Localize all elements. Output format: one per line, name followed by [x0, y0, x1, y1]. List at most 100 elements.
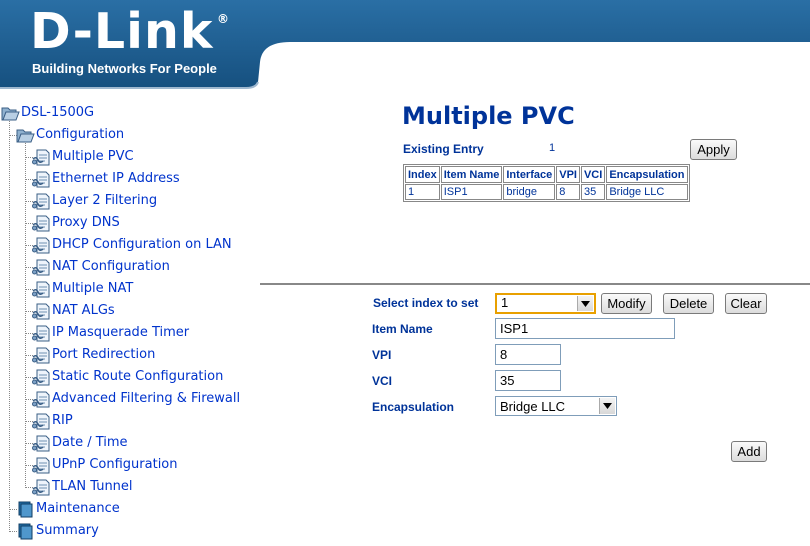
- apply-button[interactable]: Apply: [690, 139, 737, 160]
- tree-item[interactable]: Advanced Filtering & Firewall: [32, 388, 240, 410]
- tree-item[interactable]: RIP: [32, 410, 73, 432]
- folder-closed-icon: [18, 501, 33, 518]
- table-header-cell: Index: [405, 166, 440, 183]
- delete-button[interactable]: Delete: [663, 293, 714, 314]
- tree-item-label: NAT Configuration: [52, 259, 170, 274]
- table-header-cell: VCI: [580, 166, 606, 183]
- tree-item[interactable]: Layer 2 Filtering: [32, 190, 157, 212]
- page-icon: [32, 149, 50, 165]
- tree-item[interactable]: IP Masquerade Timer: [32, 322, 189, 344]
- item-name-label: Item Name: [372, 322, 433, 336]
- tree-item[interactable]: Ethernet IP Address: [32, 168, 180, 190]
- tree-folder-label: Summary: [36, 523, 99, 538]
- registered-mark: ®: [217, 12, 229, 26]
- table-header-cell: VPI: [556, 166, 580, 183]
- tree-item[interactable]: Static Route Configuration: [32, 366, 223, 388]
- vpi-input[interactable]: [495, 344, 561, 365]
- tree-item-label: DHCP Configuration on LAN: [52, 237, 232, 252]
- existing-entry-count: 1: [549, 142, 556, 154]
- tree-item-label: Port Redirection: [52, 347, 156, 362]
- tree-item[interactable]: UPnP Configuration: [32, 454, 178, 476]
- encapsulation-label: Encapsulation: [372, 400, 455, 414]
- tree-folder-maintenance[interactable]: Maintenance: [16, 498, 120, 520]
- table-header-row: Index Item Name Interface VPI VCI Encapsulati…: [405, 166, 688, 183]
- vci-input[interactable]: [495, 370, 561, 391]
- section-divider: [260, 283, 810, 285]
- tree-item[interactable]: Proxy DNS: [32, 212, 120, 234]
- page-icon: [32, 325, 50, 341]
- existing-entry-label: Existing Entry: [403, 142, 484, 156]
- table-header-cell: Item Name: [440, 166, 503, 183]
- tree-folder-label: Maintenance: [36, 501, 120, 516]
- tree-item-label: Multiple PVC: [52, 149, 134, 164]
- tree-folder-configuration[interactable]: Configuration: [16, 124, 124, 146]
- chevron-down-icon[interactable]: [577, 296, 593, 311]
- table-cell: 8: [556, 184, 580, 200]
- tree-item[interactable]: DHCP Configuration on LAN: [32, 234, 232, 256]
- table-header-cell: Interface: [503, 166, 556, 183]
- select-index-value: 1: [501, 295, 509, 310]
- page-title: Multiple PVC: [402, 102, 575, 130]
- table-header-cell: Encapsulation: [606, 166, 688, 183]
- folder-open-icon: [1, 107, 20, 121]
- navigation-tree: DSL-1500G Configuration Multiple PVC Ethe…: [0, 100, 260, 546]
- table-cell: ISP1: [440, 184, 503, 200]
- table-row[interactable]: 1 ISP1 bridge 8 35 Bridge LLC: [405, 184, 688, 200]
- tree-item-label: Multiple NAT: [52, 281, 134, 296]
- tree-item[interactable]: Port Redirection: [32, 344, 155, 366]
- clear-button[interactable]: Clear: [725, 293, 767, 314]
- tree-item[interactable]: NAT ALGs: [32, 300, 115, 322]
- encapsulation-dropdown[interactable]: Bridge LLC: [495, 396, 617, 416]
- chevron-down-icon[interactable]: [599, 398, 615, 414]
- modify-button[interactable]: Modify: [601, 293, 652, 314]
- tree-root-dsl-1500g[interactable]: DSL-1500G: [1, 102, 94, 124]
- table-cell: bridge: [503, 184, 556, 200]
- dlink-logo: D-Link: [30, 3, 214, 60]
- tree-folder-label: Configuration: [36, 127, 125, 142]
- page-icon: [32, 347, 50, 363]
- page-icon: [32, 479, 50, 495]
- page-icon: [32, 413, 50, 429]
- folder-closed-icon: [18, 523, 33, 540]
- tree-item[interactable]: NAT Configuration: [32, 256, 170, 278]
- item-name-input[interactable]: [495, 318, 675, 339]
- page-icon: [32, 391, 50, 407]
- table-cell: 35: [580, 184, 606, 200]
- page-icon: [32, 237, 50, 253]
- page-icon: [32, 281, 50, 297]
- brand-tagline: Building Networks For People: [32, 61, 217, 76]
- tree-item[interactable]: Date / Time: [32, 432, 128, 454]
- header-banner: D-Link ® Building Networks For People: [0, 0, 810, 92]
- tree-item-label: NAT ALGs: [52, 303, 115, 318]
- encapsulation-value: Bridge LLC: [500, 399, 566, 414]
- page-icon: [32, 193, 50, 209]
- vpi-label: VPI: [372, 348, 392, 362]
- table-body: 1 ISP1 bridge 8 35 Bridge LLC: [405, 184, 688, 200]
- tree-item[interactable]: Multiple NAT: [32, 278, 133, 300]
- table-cell: 1: [405, 184, 440, 200]
- page-icon: [32, 435, 50, 451]
- tree-item[interactable]: TLAN Tunnel: [32, 476, 133, 498]
- page-icon: [32, 171, 50, 187]
- tree-root-label: DSL-1500G: [21, 105, 95, 120]
- tree-item-label: IP Masquerade Timer: [52, 325, 190, 340]
- tree-item-label: Advanced Filtering & Firewall: [52, 391, 241, 406]
- tree-item[interactable]: Multiple PVC: [32, 146, 134, 168]
- tree-folder-summary[interactable]: Summary: [16, 520, 99, 542]
- folder-open-icon: [16, 129, 35, 143]
- add-button[interactable]: Add: [731, 441, 767, 462]
- tree-item-label: UPnP Configuration: [52, 457, 178, 472]
- tree-line: [25, 136, 26, 488]
- select-index-dropdown[interactable]: 1: [495, 293, 596, 314]
- tree-item-label: RIP: [52, 413, 73, 428]
- tree-item-label: Ethernet IP Address: [52, 171, 180, 186]
- tree-item-label: Static Route Configuration: [52, 369, 224, 384]
- tree-item-label: Layer 2 Filtering: [52, 193, 158, 208]
- page-icon: [32, 457, 50, 473]
- page-icon: [32, 369, 50, 385]
- page-icon: [32, 303, 50, 319]
- vci-label: VCI: [372, 374, 393, 388]
- page-icon: [32, 215, 50, 231]
- tree-item-label: Date / Time: [52, 435, 128, 450]
- tree-line: [9, 114, 10, 532]
